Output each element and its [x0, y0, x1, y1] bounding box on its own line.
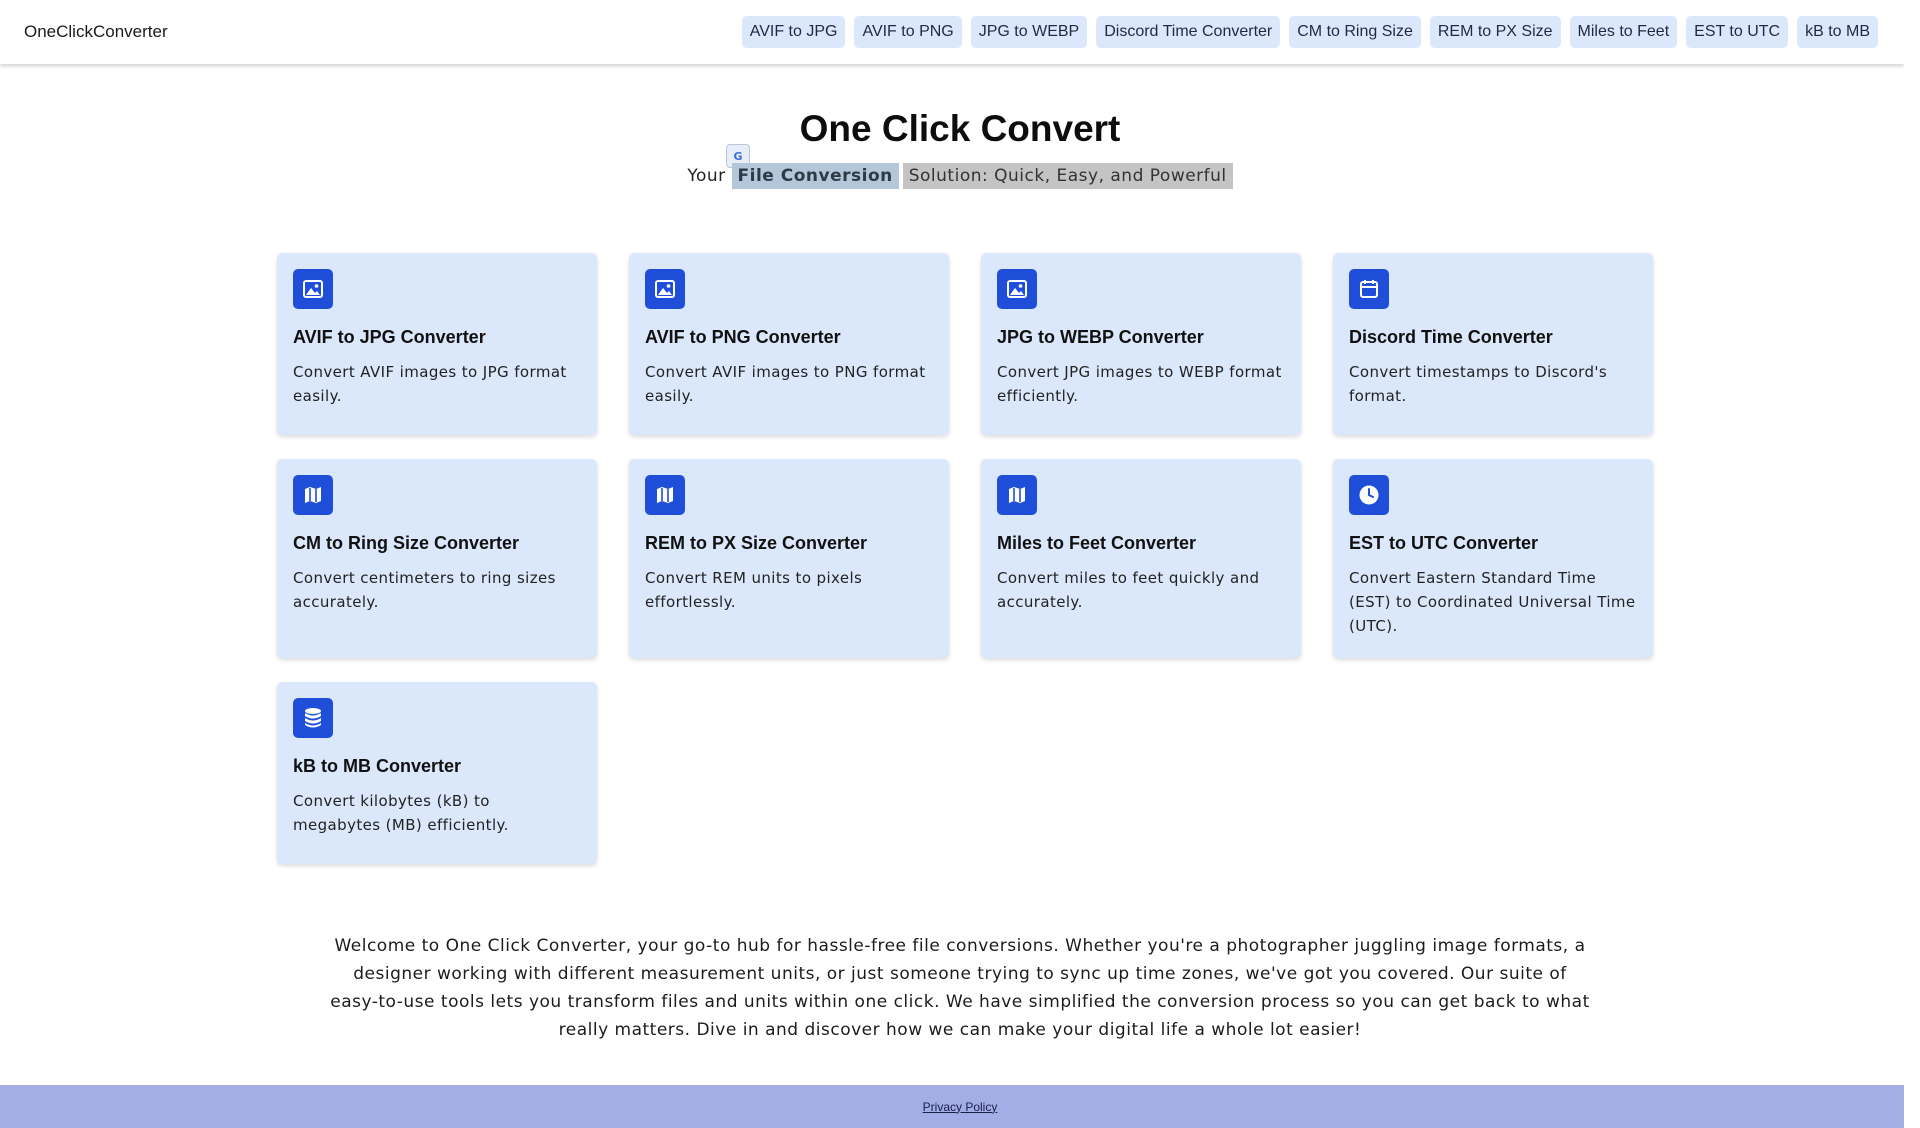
intro-paragraph: Welcome to One Click Converter, your go-…	[330, 936, 1590, 1040]
card-kb-to-mb[interactable]: kB to MB Converter Convert kilobytes (kB…	[277, 682, 597, 864]
card-title: CM to Ring Size Converter	[293, 533, 520, 553]
subtitle-prefix: Your	[687, 166, 726, 186]
nav-jpg-to-webp[interactable]: JPG to WEBP	[970, 16, 1088, 48]
card-description: Convert REM units to pixels effortlessly…	[645, 569, 863, 611]
card-title: kB to MB Converter	[293, 756, 462, 776]
subtitle-rest: Solution: Quick, Easy, and Powerful	[902, 163, 1233, 189]
card-title: AVIF to PNG Converter	[645, 327, 841, 347]
image-icon	[997, 269, 1037, 309]
card-rem-to-px[interactable]: REM to PX Size Converter Convert REM uni…	[629, 459, 949, 658]
page-subtitle: Your File Conversion Solution: Quick, Eas…	[0, 163, 1920, 189]
card-description: Convert AVIF images to JPG format easily…	[293, 363, 567, 405]
card-miles-to-feet[interactable]: Miles to Feet Converter Convert miles to…	[981, 459, 1301, 658]
card-description: Convert AVIF images to PNG format easily…	[645, 363, 926, 405]
nav-avif-to-png[interactable]: AVIF to PNG	[854, 16, 962, 48]
calendar-icon	[1349, 269, 1389, 309]
card-description: Convert JPG images to WEBP format effici…	[997, 363, 1282, 405]
card-description: Convert kilobytes (kB) to megabytes (MB)…	[293, 792, 509, 834]
top-navbar: OneClickConverter AVIF to JPG AVIF to PN…	[0, 0, 1904, 64]
hero: One Click Convert	[0, 108, 1920, 150]
card-description: Convert timestamps to Discord's format.	[1349, 363, 1608, 405]
card-avif-to-png[interactable]: AVIF to PNG Converter Convert AVIF image…	[629, 253, 949, 435]
translate-icon-glyph: G	[733, 149, 743, 163]
map-icon	[293, 475, 333, 515]
nav-est-to-utc[interactable]: EST to UTC	[1686, 16, 1789, 48]
subtitle-highlight: File Conversion	[731, 163, 899, 189]
card-description: Convert Eastern Standard Time (EST) to C…	[1349, 569, 1636, 635]
nav-avif-to-jpg[interactable]: AVIF to JPG	[741, 16, 846, 48]
map-icon	[997, 475, 1037, 515]
footer: Privacy Policy	[0, 1085, 1920, 1128]
card-discord-time[interactable]: Discord Time Converter Convert timestamp…	[1333, 253, 1653, 435]
nav-links: AVIF to JPG AVIF to PNG JPG to WEBP Disc…	[741, 16, 1878, 48]
card-description: Convert miles to feet quickly and accura…	[997, 569, 1260, 611]
nav-kb-to-mb[interactable]: kB to MB	[1797, 16, 1878, 48]
card-title: JPG to WEBP Converter	[997, 327, 1204, 347]
card-title: AVIF to JPG Converter	[293, 327, 486, 347]
nav-rem-to-px[interactable]: REM to PX Size	[1429, 16, 1561, 48]
image-icon	[293, 269, 333, 309]
card-jpg-to-webp[interactable]: JPG to WEBP Converter Convert JPG images…	[981, 253, 1301, 435]
converter-grid: AVIF to JPG Converter Convert AVIF image…	[277, 253, 1653, 864]
card-title: Discord Time Converter	[1349, 327, 1553, 347]
card-avif-to-jpg[interactable]: AVIF to JPG Converter Convert AVIF image…	[277, 253, 597, 435]
page-title: One Click Convert	[799, 108, 1121, 149]
scrollbar[interactable]	[1904, 0, 1920, 1128]
card-title: EST to UTC Converter	[1349, 533, 1539, 553]
card-cm-to-ring[interactable]: CM to Ring Size Converter Convert centim…	[277, 459, 597, 658]
card-est-to-utc[interactable]: EST to UTC Converter Convert Eastern Sta…	[1333, 459, 1653, 658]
brand-logo[interactable]: OneClickConverter	[24, 22, 168, 42]
image-icon	[645, 269, 685, 309]
nav-discord-time[interactable]: Discord Time Converter	[1096, 16, 1281, 48]
database-icon	[293, 698, 333, 738]
card-description: Convert centimeters to ring sizes accura…	[293, 569, 556, 611]
card-title: Miles to Feet Converter	[997, 533, 1197, 553]
map-icon	[645, 475, 685, 515]
clock-icon	[1349, 475, 1389, 515]
card-title: REM to PX Size Converter	[645, 533, 868, 553]
nav-miles-to-feet[interactable]: Miles to Feet	[1569, 16, 1678, 48]
privacy-policy-link[interactable]: Privacy Policy	[923, 1100, 998, 1114]
nav-cm-to-ring[interactable]: CM to Ring Size	[1289, 16, 1421, 48]
